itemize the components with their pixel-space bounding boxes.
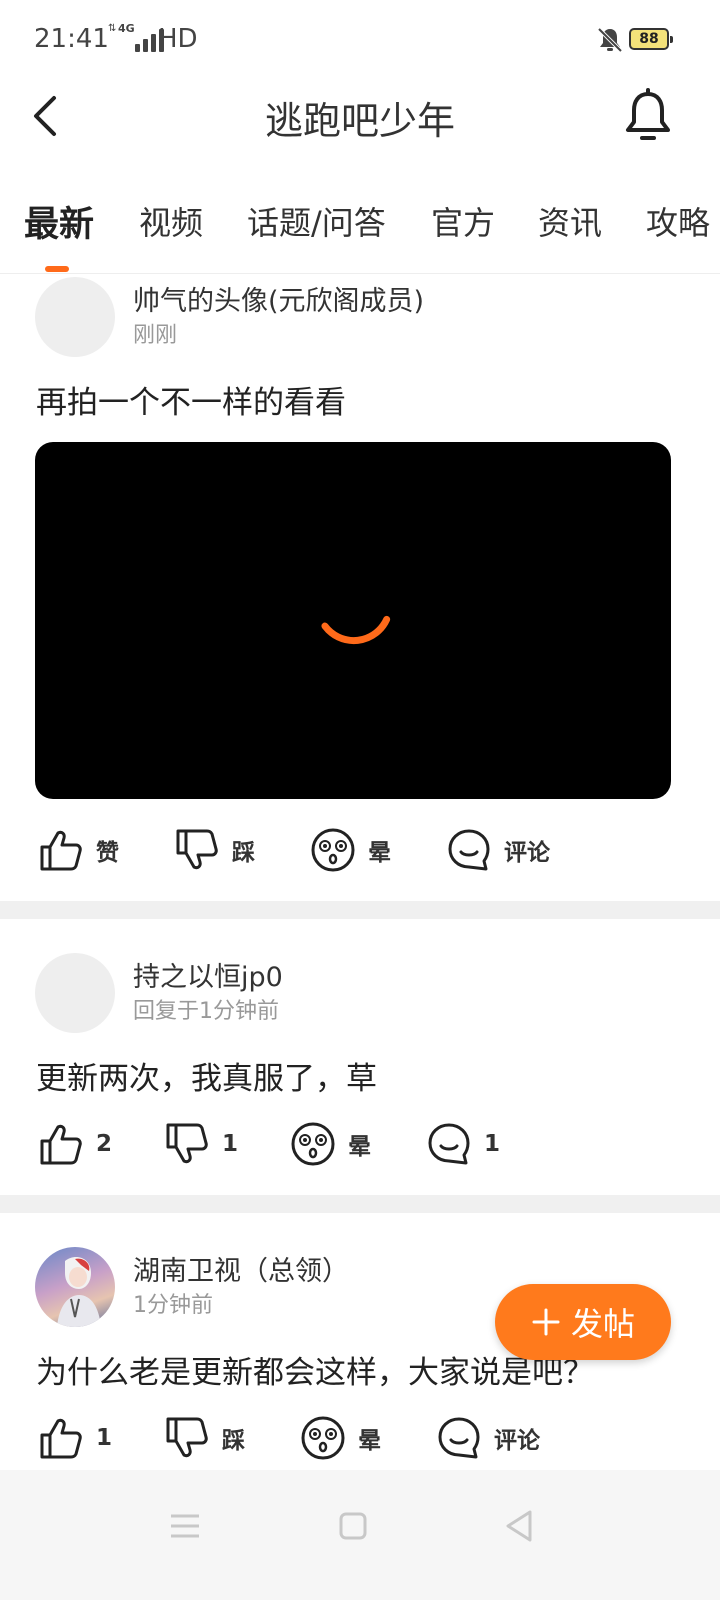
dizzy-button[interactable]: 晕 — [300, 1408, 381, 1468]
menu-icon[interactable] — [165, 1506, 205, 1546]
tab-news[interactable]: 资讯 — [538, 198, 602, 244]
comment-icon — [428, 1123, 470, 1165]
author-name[interactable]: 帅气的头像(元欣阁成员) — [133, 279, 424, 318]
like-label: 赞 — [96, 840, 119, 866]
dislike-button[interactable]: 踩 — [164, 1408, 245, 1468]
post-text[interactable]: 再拍一个不一样的看看 — [36, 377, 346, 422]
author-name[interactable]: 湖南卫视（总领） — [133, 1249, 349, 1288]
battery-icon: 88 — [629, 28, 673, 50]
network-type: 4G — [118, 22, 135, 35]
avatar-illustration — [57, 1257, 101, 1327]
status-bar: 21:41 ⇅ 4G HD 88 — [0, 0, 720, 80]
post-text[interactable]: 更新两次，我真服了，草 — [36, 1053, 377, 1098]
tab-official[interactable]: 官方 — [431, 198, 495, 244]
app-header: 逃跑吧少年 — [0, 80, 720, 160]
post-time: 1分钟前 — [133, 1293, 213, 1318]
dizzy-label: 晕 — [348, 1134, 371, 1160]
comment-label: 评论 — [494, 1428, 540, 1454]
tab-video[interactable]: 视频 — [139, 198, 203, 244]
thumbs-up-icon — [40, 1124, 82, 1165]
dizzy-face-icon — [291, 1122, 335, 1166]
comment-button[interactable]: 评论 — [446, 820, 550, 880]
tab-guides[interactable]: 攻略 — [646, 198, 710, 244]
back-triangle-icon[interactable] — [500, 1506, 540, 1546]
plus-icon — [532, 1308, 560, 1336]
like-count: 2 — [96, 1131, 113, 1157]
dizzy-face-icon — [301, 1416, 345, 1460]
divider — [0, 1195, 720, 1213]
author-name[interactable]: 持之以恒jp0 — [133, 955, 283, 994]
new-post-label: 发帖 — [570, 1305, 635, 1343]
thumbs-down-icon — [166, 1123, 208, 1164]
avatar[interactable] — [35, 953, 115, 1033]
post-time: 刚刚 — [133, 323, 178, 348]
bell-icon[interactable] — [622, 88, 674, 144]
dislike-label: 踩 — [232, 840, 255, 866]
post-card: 持之以恒jp0 回复于1分钟前 更新两次，我真服了，草 2 1 晕 1 — [0, 919, 720, 1195]
comment-label: 评论 — [504, 840, 550, 866]
signal-icon: ⇅ 4G — [108, 22, 165, 52]
comment-button[interactable]: 评论 — [436, 1408, 540, 1468]
dizzy-label: 晕 — [368, 840, 391, 866]
comment-button[interactable]: 1 — [426, 1114, 500, 1174]
tab-latest[interactable]: 最新 — [24, 196, 94, 247]
divider — [0, 901, 720, 919]
new-post-button[interactable]: 发帖 — [495, 1284, 671, 1360]
dizzy-label: 晕 — [358, 1428, 381, 1454]
like-button[interactable]: 2 — [38, 1114, 112, 1174]
post-text[interactable]: 为什么老是更新都会这样，大家说是吧？ — [36, 1347, 594, 1392]
comment-count: 1 — [484, 1131, 501, 1157]
post-actions: 1 踩 晕 评论 — [0, 1408, 720, 1468]
like-button[interactable]: 赞 — [38, 820, 119, 880]
dizzy-button[interactable]: 晕 — [310, 820, 391, 880]
like-count: 1 — [96, 1425, 113, 1451]
thumbs-up-icon — [40, 1418, 82, 1459]
system-nav-bar — [0, 1470, 720, 1600]
like-button[interactable]: 1 — [38, 1408, 112, 1468]
video-player[interactable] — [35, 442, 671, 799]
tab-active-indicator — [45, 266, 69, 272]
bell-off-icon — [597, 27, 623, 53]
dislike-label: 踩 — [222, 1428, 245, 1454]
status-time: 21:41 — [34, 24, 109, 54]
thumbs-down-icon — [166, 1417, 208, 1458]
tab-topics[interactable]: 话题/问答 — [247, 198, 386, 244]
comment-icon — [448, 829, 490, 871]
dislike-count: 1 — [222, 1131, 239, 1157]
post-actions: 赞 踩 晕 评论 — [0, 820, 720, 880]
page-title: 逃跑吧少年 — [264, 99, 455, 143]
thumbs-up-icon — [40, 830, 82, 871]
dizzy-face-icon — [311, 828, 355, 872]
avatar[interactable] — [35, 277, 115, 357]
home-icon[interactable] — [333, 1506, 373, 1546]
avatar[interactable] — [35, 1247, 115, 1327]
dislike-button[interactable]: 1 — [164, 1114, 238, 1174]
dizzy-button[interactable]: 晕 — [290, 1114, 371, 1174]
post-actions: 2 1 晕 1 — [0, 1114, 720, 1174]
tab-bar: 最新 视频 话题/问答 官方 资讯 攻略 — [0, 190, 720, 274]
post-time: 回复于1分钟前 — [133, 999, 279, 1024]
loading-spinner-icon — [321, 615, 391, 645]
dislike-button[interactable]: 踩 — [174, 820, 255, 880]
comment-icon — [438, 1417, 480, 1459]
hd-indicator: HD — [158, 24, 198, 54]
thumbs-down-icon — [176, 829, 218, 870]
